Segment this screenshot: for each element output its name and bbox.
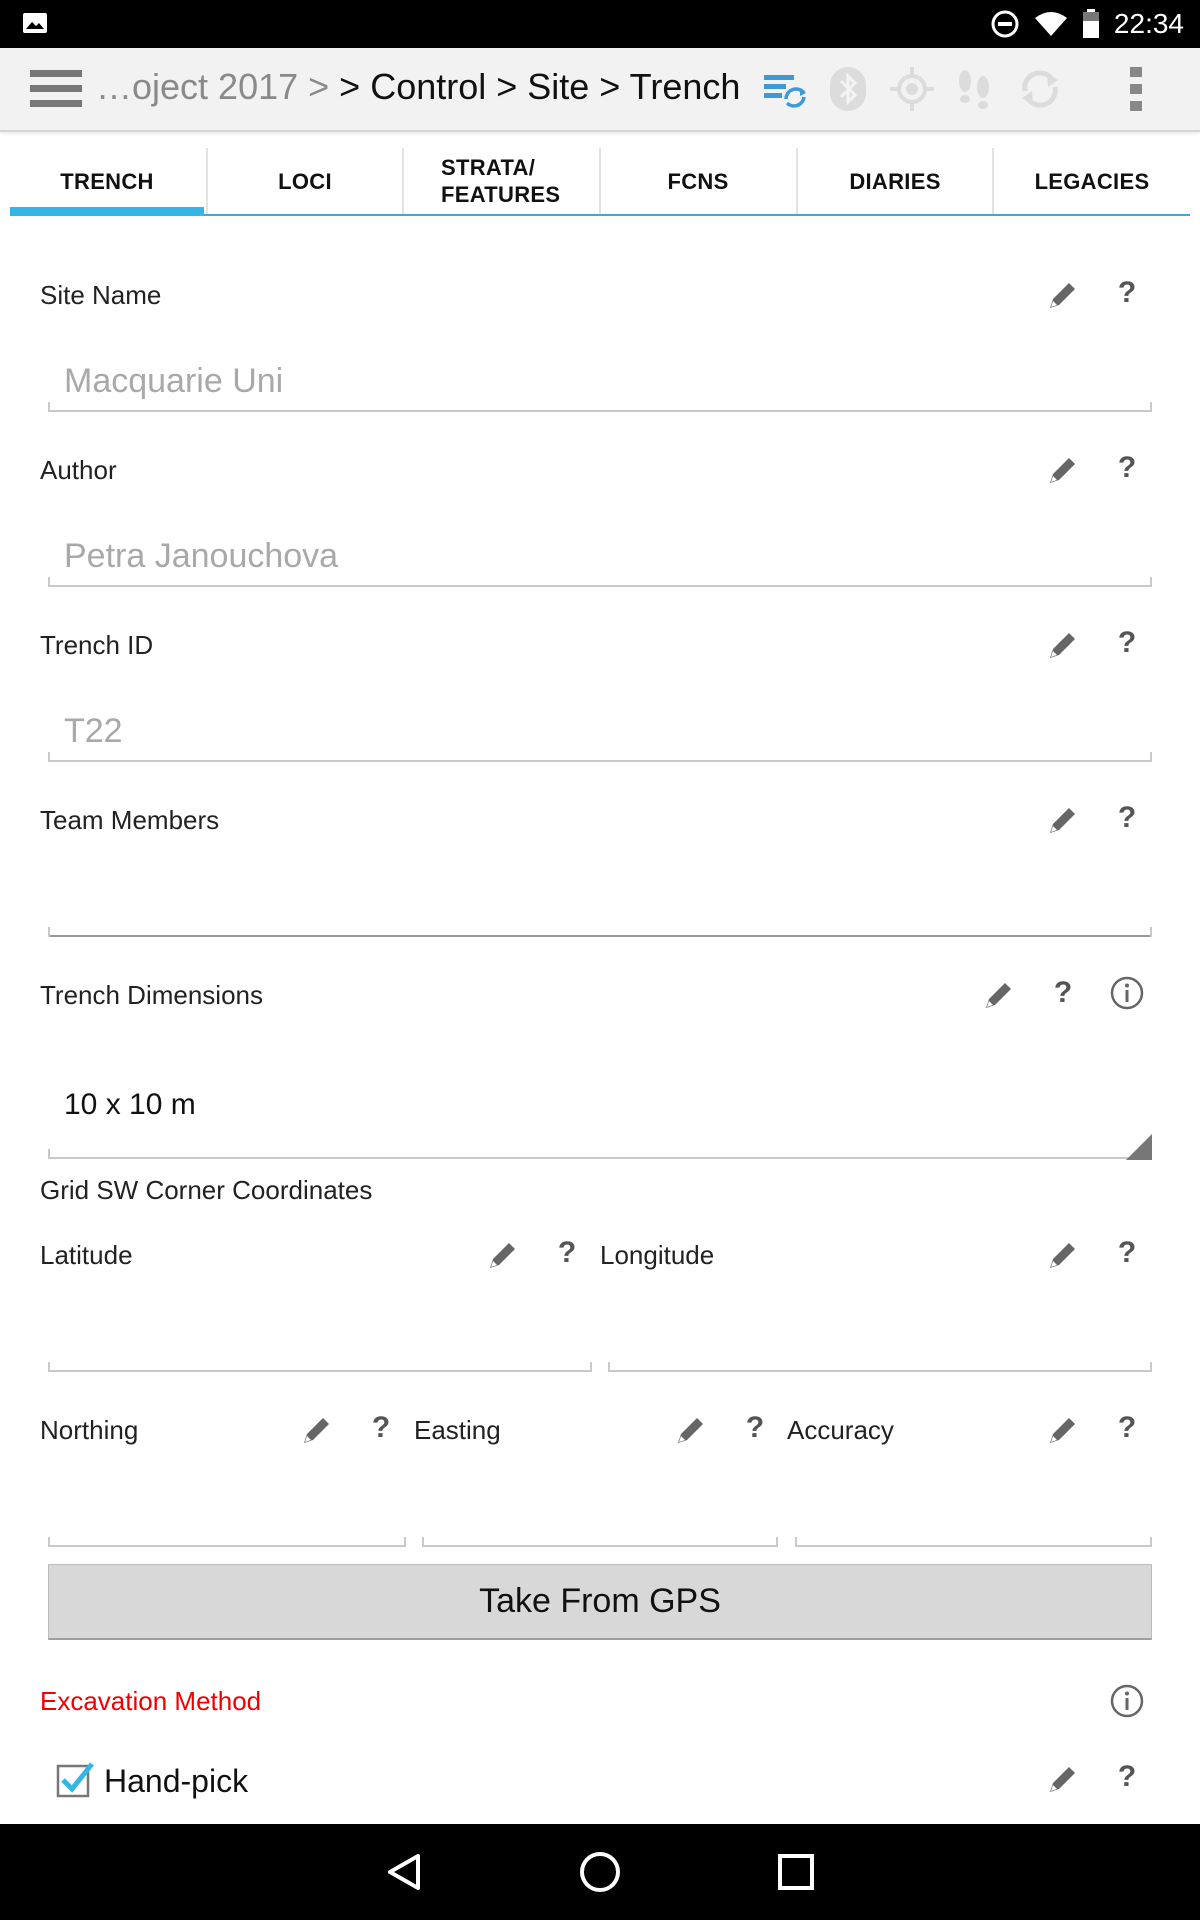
tab-label: DIARIES [849, 168, 941, 194]
pencil-icon[interactable] [982, 978, 1016, 1012]
take-from-gps-button[interactable]: Take From GPS [48, 1564, 1152, 1640]
site-name-input-underline [48, 402, 1152, 412]
longitude-input[interactable] [624, 1300, 1144, 1350]
refresh-icon[interactable] [1016, 65, 1064, 113]
pencil-icon[interactable] [1046, 453, 1080, 487]
tab-trench[interactable]: TRENCH [10, 148, 204, 214]
pencil-icon[interactable] [674, 1413, 708, 1447]
resize-handle-icon[interactable] [1126, 1134, 1152, 1160]
grid-sw-corner-heading: Grid SW Corner Coordinates [40, 1175, 373, 1205]
menu-icon[interactable] [30, 68, 82, 110]
northing-input[interactable] [64, 1475, 394, 1525]
northing-input-underline [48, 1537, 406, 1547]
tab-legacies[interactable]: LEGACIES [994, 148, 1190, 214]
help-icon[interactable]: ? [364, 1411, 398, 1445]
info-icon[interactable] [1110, 976, 1144, 1010]
help-icon[interactable]: ? [738, 1411, 772, 1445]
longitude-label: Longitude [600, 1240, 715, 1270]
trench-dimensions-input-underline [48, 1149, 1152, 1159]
hand-pick-checkbox[interactable] [54, 1760, 94, 1800]
help-icon[interactable]: ? [550, 1236, 584, 1270]
active-tab-indicator [10, 207, 204, 216]
excavation-method-label: Excavation Method [40, 1686, 262, 1716]
footsteps-icon[interactable] [950, 65, 998, 113]
accuracy-input[interactable] [812, 1475, 1142, 1525]
help-icon[interactable]: ? [1110, 1760, 1144, 1794]
pencil-icon[interactable] [1046, 1762, 1080, 1796]
trench-id-input[interactable]: T22 [64, 712, 123, 751]
trench-dimensions-label: Trench Dimensions [40, 980, 264, 1010]
tab-label: LOCI [278, 168, 332, 194]
back-icon[interactable] [378, 1848, 430, 1896]
latitude-label: Latitude [40, 1240, 133, 1270]
site-name-input[interactable]: Macquarie Uni [64, 362, 283, 401]
pencil-icon[interactable] [1046, 1413, 1080, 1447]
tab-strata-features[interactable]: STRATA/ FEATURES [404, 148, 598, 214]
tab-label: STRATA/ FEATURES [441, 155, 561, 207]
help-icon[interactable]: ? [1110, 626, 1144, 660]
tab-label: FCNS [667, 168, 729, 194]
pencil-icon[interactable] [1046, 803, 1080, 837]
home-icon[interactable] [574, 1848, 626, 1896]
overflow-menu-icon[interactable] [1112, 65, 1160, 113]
status-bar: 22:34 [0, 0, 1200, 48]
help-icon[interactable]: ? [1110, 1236, 1144, 1270]
latitude-input[interactable] [64, 1300, 584, 1350]
northing-label: Northing [40, 1415, 139, 1445]
wifi-icon [1034, 12, 1067, 36]
bluetooth-icon[interactable] [824, 65, 872, 113]
latitude-input-underline [48, 1362, 592, 1372]
gps-target-icon[interactable] [888, 65, 936, 113]
help-icon[interactable]: ? [1110, 276, 1144, 310]
image-notification-icon [23, 13, 47, 33]
easting-label: Easting [414, 1415, 501, 1445]
breadcrumb-parent[interactable]: …oject 2017 > [96, 66, 329, 107]
accuracy-label: Accuracy [787, 1415, 894, 1445]
pencil-icon[interactable] [486, 1238, 520, 1272]
tab-label: LEGACIES [1034, 168, 1150, 194]
action-bar: …oject 2017 > > Control > Site > Trench [0, 48, 1200, 132]
team-members-input-underline [48, 927, 1152, 937]
site-name-label: Site Name [40, 280, 162, 310]
tab-bar: TRENCH LOCI STRATA/ FEATURES FCNS DIARIE… [10, 148, 1190, 216]
trench-id-input-underline [48, 752, 1152, 762]
pencil-icon[interactable] [1046, 278, 1080, 312]
tab-loci[interactable]: LOCI [208, 148, 402, 214]
team-members-label: Team Members [40, 805, 220, 835]
easting-input-underline [422, 1537, 778, 1547]
author-label: Author [40, 455, 117, 485]
hand-pick-option-label[interactable]: Hand-pick [104, 1763, 248, 1800]
breadcrumb-current: > Control > Site > Trench [339, 66, 741, 107]
easting-input[interactable] [438, 1475, 768, 1525]
help-icon[interactable]: ? [1110, 1411, 1144, 1445]
pencil-icon[interactable] [1046, 628, 1080, 662]
help-icon[interactable]: ? [1110, 801, 1144, 835]
clock: 22:34 [1113, 8, 1184, 39]
team-members-input[interactable] [64, 880, 1144, 930]
pencil-icon[interactable] [1046, 1238, 1080, 1272]
help-icon[interactable]: ? [1110, 451, 1144, 485]
trench-id-label: Trench ID [40, 630, 154, 660]
sync-icon[interactable] [760, 65, 808, 113]
breadcrumb: …oject 2017 > > Control > Site > Trench [96, 66, 740, 108]
info-icon[interactable] [1110, 1684, 1144, 1718]
recent-apps-icon[interactable] [770, 1848, 822, 1896]
pencil-icon[interactable] [300, 1413, 334, 1447]
accuracy-input-underline [795, 1537, 1152, 1547]
tab-fcns[interactable]: FCNS [601, 148, 795, 214]
help-icon[interactable]: ? [1046, 976, 1080, 1010]
author-input[interactable]: Petra Janouchova [64, 537, 338, 576]
tab-diaries[interactable]: DIARIES [798, 148, 992, 214]
author-input-underline [48, 577, 1152, 587]
tab-label: TRENCH [60, 168, 154, 194]
navigation-bar [0, 1824, 1200, 1920]
trench-dimensions-input[interactable]: 10 x 10 m [64, 1088, 196, 1122]
longitude-input-underline [608, 1362, 1152, 1372]
do-not-disturb-icon [991, 10, 1019, 38]
battery-icon [1082, 9, 1099, 38]
